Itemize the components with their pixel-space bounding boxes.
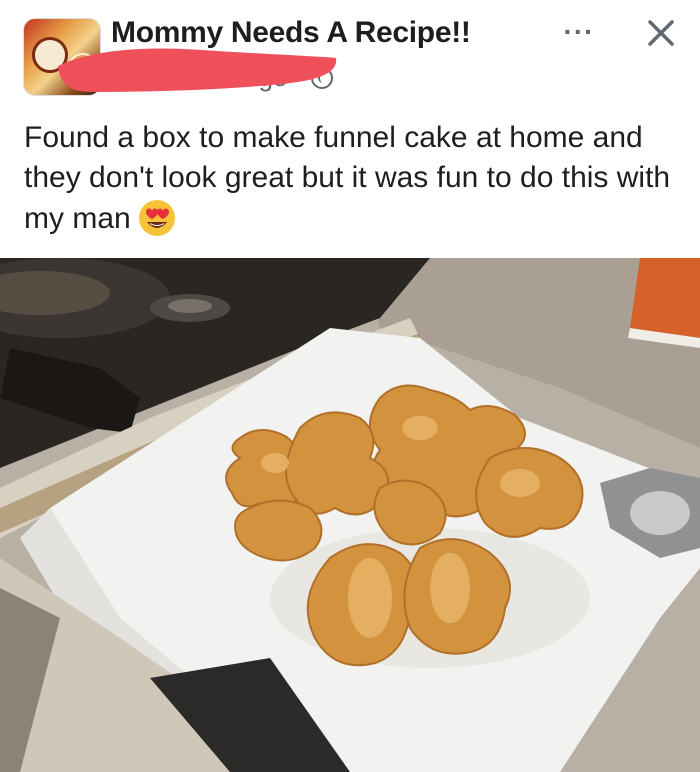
heart-eyes-emoji-icon xyxy=(137,198,177,238)
avatar-food-graphic xyxy=(68,53,98,83)
close-icon[interactable] xyxy=(640,12,682,54)
author-name-fragment[interactable]: an xyxy=(111,62,140,93)
post-meta: an · 1 hour ago · xyxy=(111,62,334,93)
post-text: Found a box to make funnel cake at home … xyxy=(24,121,671,235)
globe-icon xyxy=(311,66,334,89)
post-photo[interactable] xyxy=(0,258,700,772)
funnel-cake-photo-illustration xyxy=(0,258,700,772)
more-options-button[interactable]: ··· xyxy=(557,18,601,51)
meta-separator: · xyxy=(147,62,156,92)
post-body-text: Found a box to make funnel cake at home … xyxy=(24,118,684,239)
post-timestamp[interactable]: 1 hour ago xyxy=(163,62,287,93)
meta-separator-2: · xyxy=(294,62,304,92)
facebook-post: Mommy Needs A Recipe!! an · 1 hour ago ·… xyxy=(0,0,700,772)
avatar-plate-graphic xyxy=(32,37,68,73)
post-header: Mommy Needs A Recipe!! an · 1 hour ago ·… xyxy=(0,0,700,110)
group-name[interactable]: Mommy Needs A Recipe!! xyxy=(111,16,471,50)
group-avatar[interactable] xyxy=(23,18,101,96)
